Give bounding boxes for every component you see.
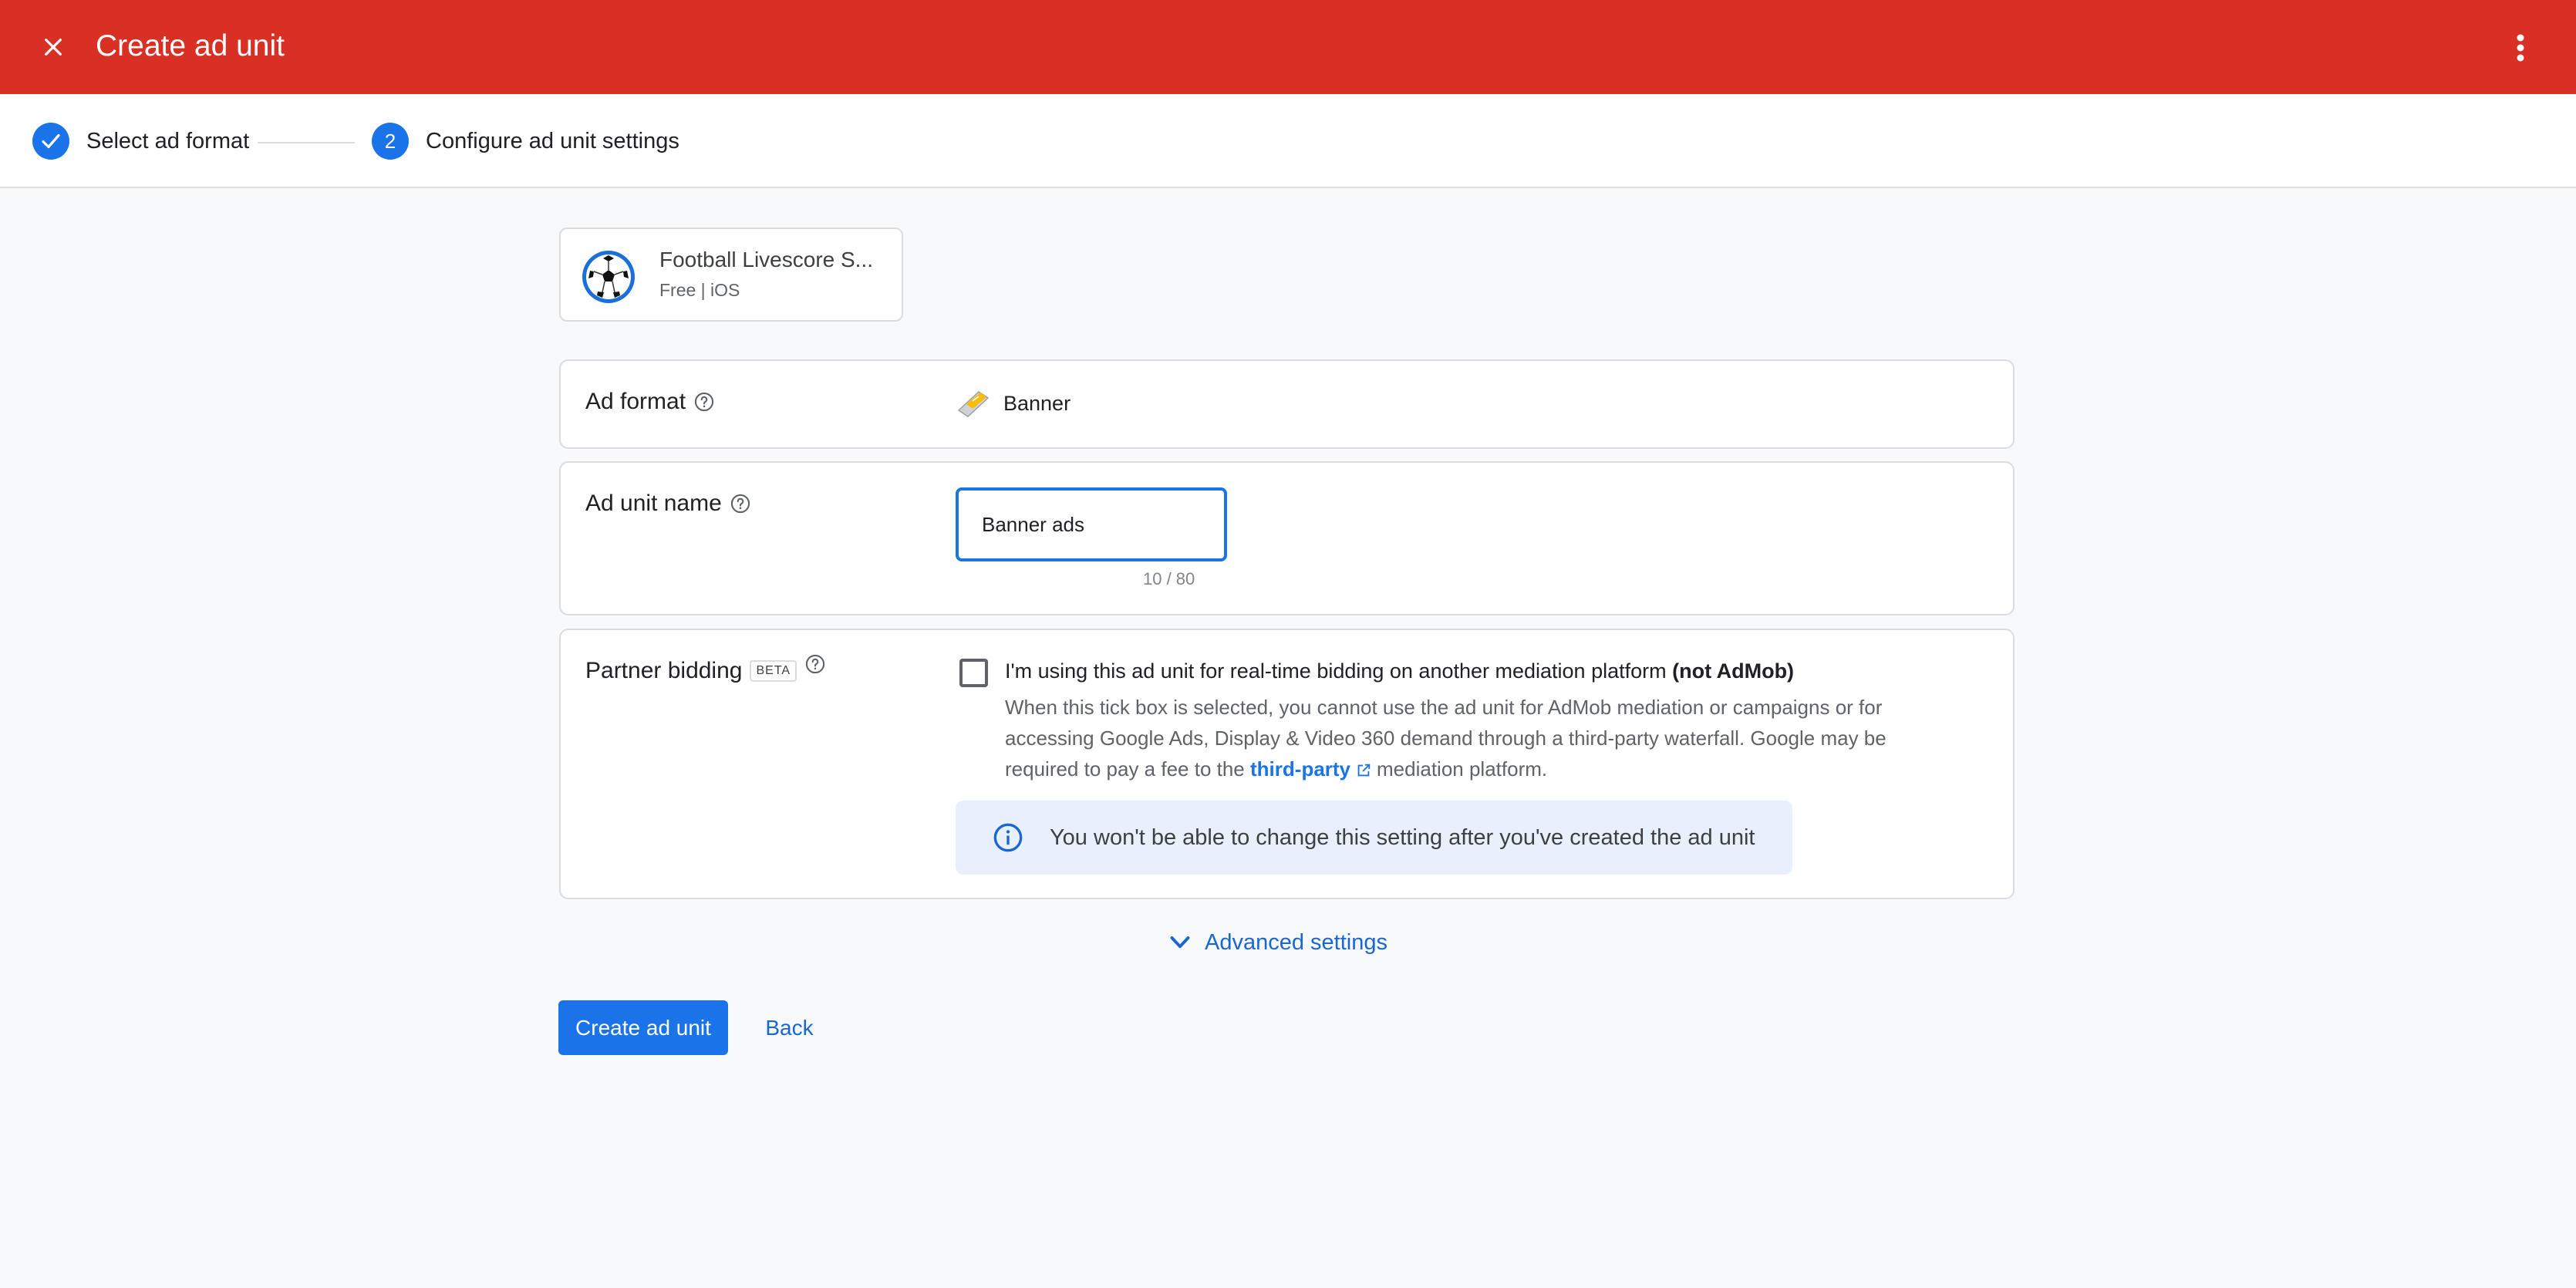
- info-text: You won't be able to change this setting…: [1050, 824, 1755, 850]
- step-connector: [258, 142, 355, 143]
- create-ad-unit-button[interactable]: Create ad unit: [558, 1000, 728, 1055]
- advanced-settings-toggle[interactable]: Advanced settings: [1166, 929, 1387, 956]
- page-title: Create ad unit: [96, 29, 285, 62]
- step-number-marker: 2: [372, 123, 409, 160]
- soccer-ball-icon: [582, 251, 635, 303]
- help-icon[interactable]: [693, 391, 715, 413]
- info-icon: [993, 823, 1023, 852]
- step-label: Configure ad unit settings: [426, 128, 679, 153]
- ad-format-label-group: Ad format: [585, 389, 715, 415]
- chevron-down-icon: [1170, 936, 1190, 949]
- app-card: Football Livescore S... Free | iOS: [559, 228, 903, 322]
- partner-bidding-label-group: Partner bidding BETA: [585, 654, 826, 684]
- description-text-end: mediation platform.: [1377, 757, 1548, 781]
- banner-format-icon: [957, 391, 990, 417]
- ad-format-value: Banner: [956, 387, 1071, 420]
- beta-badge: BETA: [750, 660, 797, 682]
- partner-bidding-label: Partner bidding: [585, 658, 743, 683]
- advanced-settings-label: Advanced settings: [1205, 929, 1387, 955]
- partner-bidding-card: Partner bidding BETA I'm using this ad u…: [559, 629, 2015, 899]
- info-banner: You won't be able to change this setting…: [956, 801, 1792, 875]
- close-button[interactable]: [34, 28, 72, 66]
- help-icon[interactable]: [730, 493, 751, 514]
- third-party-link[interactable]: third-party: [1250, 757, 1350, 781]
- check-icon: [42, 133, 60, 149]
- ad-format-card: Ad format Banner: [559, 359, 2015, 449]
- top-app-bar: Create ad unit: [0, 0, 2576, 94]
- ad-format-label: Ad format: [585, 389, 686, 414]
- close-icon: [45, 39, 62, 56]
- ad-unit-name-card: Ad unit name 10 / 80: [559, 461, 2015, 615]
- step-completed-marker: [32, 123, 69, 160]
- checkbox-label-text: I'm using this ad unit for real-time bid…: [1005, 659, 1667, 683]
- character-counter: 10 / 80: [1143, 569, 1195, 588]
- checkbox-description: When this tick box is selected, you cann…: [1005, 692, 1954, 784]
- ad-unit-name-label: Ad unit name: [585, 491, 722, 516]
- step-configure-ad-unit[interactable]: 2 Configure ad unit settings: [372, 94, 679, 188]
- checkbox-label: I'm using this ad unit for real-time bid…: [1005, 659, 1794, 683]
- app-name: Football Livescore S...: [659, 248, 874, 271]
- back-button[interactable]: Back: [753, 1000, 826, 1055]
- ad-format-text: Banner: [1003, 391, 1071, 415]
- help-icon[interactable]: [804, 653, 826, 675]
- partner-bidding-checkbox[interactable]: [959, 659, 988, 687]
- more-options-button[interactable]: [2497, 25, 2544, 71]
- step-select-ad-format[interactable]: Select ad format: [32, 94, 249, 188]
- checkbox-label-bold: (not AdMob): [1672, 659, 1795, 683]
- app-platform: Free | iOS: [659, 280, 740, 300]
- ad-unit-name-label-group: Ad unit name: [585, 491, 751, 517]
- step-label: Select ad format: [86, 128, 250, 153]
- more-vert-icon: [2517, 34, 2524, 62]
- external-link-icon: [1357, 764, 1371, 777]
- ad-unit-name-input[interactable]: [956, 487, 1227, 561]
- stepper: Select ad format 2 Configure ad unit set…: [0, 94, 2576, 188]
